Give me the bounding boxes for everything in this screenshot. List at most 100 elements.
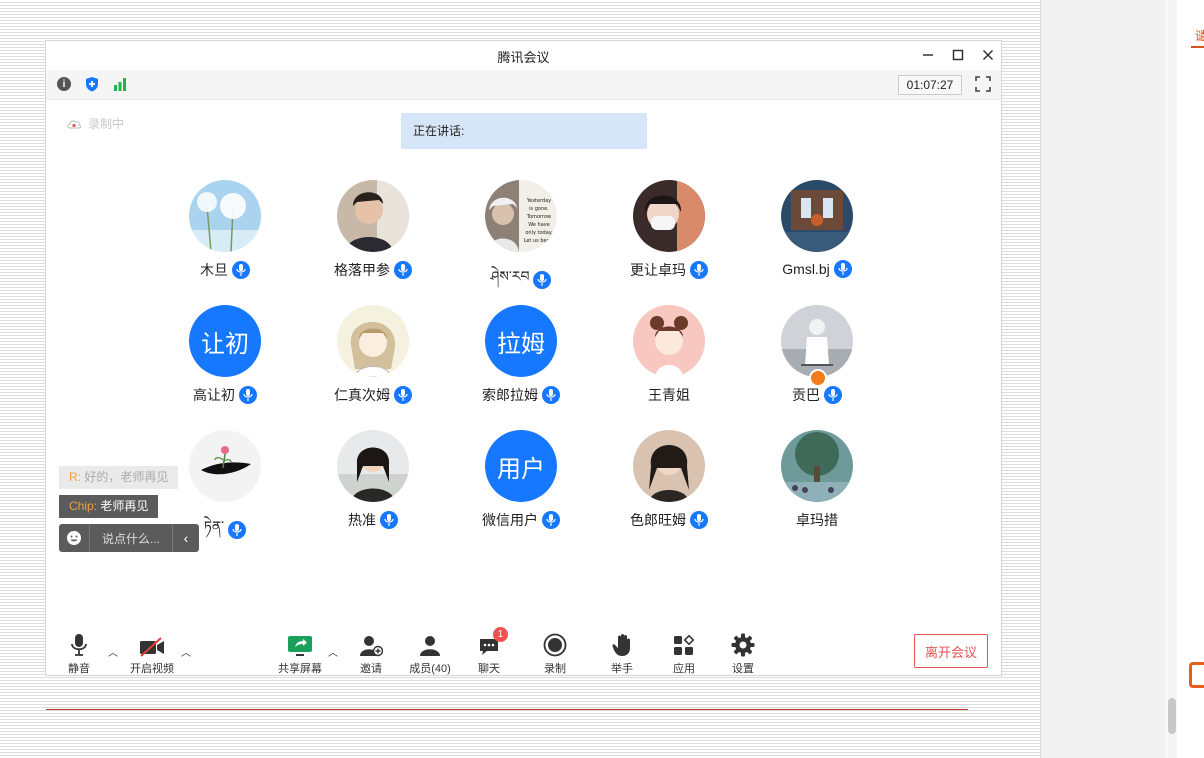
info-icon[interactable]: i (56, 76, 72, 92)
chevron-left-icon[interactable]: ‹ (172, 524, 199, 552)
participant-tile[interactable]: 王青姐 (604, 305, 734, 415)
participant-tile[interactable]: 贡巴 (752, 305, 882, 415)
participant-tile[interactable]: 卓玛措 (752, 430, 882, 540)
chat-icon: 1 (478, 627, 508, 657)
record-icon (543, 631, 567, 657)
logo-icon (1189, 662, 1204, 688)
minimize-icon (923, 54, 933, 56)
participant-tile[interactable]: 色郎旺姆 (604, 430, 734, 540)
avatar (337, 430, 409, 502)
participant-name: 格落甲参 (334, 262, 390, 278)
video-label: 开启视频 (130, 663, 174, 675)
video-off-icon (139, 631, 165, 657)
chat-message: R: 好的，老师再见 (59, 466, 179, 489)
microphone-icon (542, 511, 560, 529)
scrollbar-thumb[interactable] (1168, 698, 1176, 734)
emoji-icon[interactable] (59, 524, 90, 552)
participant-name: 微信用户 (482, 512, 538, 528)
side-tab-label[interactable]: 谴 (1195, 27, 1204, 44)
cloud-record-icon (67, 119, 82, 129)
signal-icon[interactable] (112, 76, 128, 92)
mute-button[interactable]: 静音 (44, 631, 114, 677)
participant-tile[interactable]: Yesterday is gone. Tomorrow We have only tod… (456, 180, 586, 290)
scrollbar[interactable] (1167, 0, 1177, 758)
video-button[interactable]: 开启视频 (117, 631, 187, 677)
participant-tile[interactable]: 热准 (308, 430, 438, 540)
settings-label: 设置 (732, 663, 754, 675)
participant-name: 卓玛措 (796, 512, 838, 528)
add-user-icon (359, 631, 383, 657)
svg-text:We have: We have (528, 222, 550, 228)
fullscreen-icon[interactable] (974, 75, 992, 93)
participant-name: 仁真次姆 (334, 387, 390, 403)
members-icon (419, 631, 441, 657)
participant-name: 贡巴 (792, 387, 820, 403)
record-label: 录制 (544, 663, 566, 675)
maximize-button[interactable] (948, 45, 968, 65)
close-icon (982, 49, 994, 61)
participant-tile[interactable]: 更让卓玛 (604, 180, 734, 290)
share-screen-label: 共享屏幕 (278, 663, 322, 675)
chevron-up-icon[interactable]: ︿ (180, 645, 192, 659)
meeting-window: 腾讯会议 i 01:07:27 录制中 正在讲话: 木旦 格落甲参 Yester… (45, 40, 1002, 676)
participant-tile[interactable]: 木旦 (160, 180, 290, 290)
apps-label: 应用 (673, 663, 695, 675)
microphone-icon (394, 261, 412, 279)
chat-message: Chip: 老师再见 (59, 495, 159, 518)
maximize-icon (952, 49, 964, 61)
avatar (781, 430, 853, 502)
chat-sender: Chip: (69, 499, 98, 513)
microphone-icon (833, 260, 852, 278)
chat-button[interactable]: 1 聊天 (454, 627, 524, 677)
raise-hand-button[interactable]: 举手 (587, 631, 657, 677)
divider-line (46, 709, 968, 710)
mute-label: 静音 (68, 663, 90, 675)
avatar (337, 180, 409, 252)
participant-tile[interactable]: 格落甲参 (308, 180, 438, 290)
participant-name: 王青姐 (648, 387, 690, 403)
shield-icon[interactable] (84, 76, 100, 92)
svg-text:Let us begin: Let us begin (524, 238, 555, 244)
microphone-icon (228, 521, 247, 539)
microphone-icon (232, 261, 250, 279)
participant-tile[interactable]: 拉姆 索郎拉姆 (456, 305, 586, 415)
record-button[interactable]: 录制 (520, 631, 590, 677)
leave-meeting-button[interactable]: 离开会议 (914, 634, 988, 668)
close-button[interactable] (978, 45, 998, 65)
svg-text:Yesterday: Yesterday (526, 198, 551, 204)
share-screen-button[interactable]: 共享屏幕 (265, 631, 335, 677)
apps-icon (673, 631, 695, 657)
svg-text:only today.: only today. (525, 230, 553, 236)
microphone-icon (380, 511, 398, 529)
chat-input-placeholder[interactable]: 说点什么... (90, 530, 172, 547)
participant-name: 高让初 (193, 387, 235, 403)
recording-indicator: 录制中 (66, 115, 124, 132)
participant-tile[interactable]: Gmsl.bj (752, 180, 882, 290)
invite-label: 邀请 (360, 663, 382, 675)
svg-text:Tomorrow: Tomorrow (526, 214, 551, 220)
hand-icon (612, 631, 632, 657)
avatar: 用户 (485, 430, 557, 502)
avatar (189, 180, 261, 252)
microphone-icon (70, 631, 88, 657)
avatar (781, 180, 853, 252)
microphone-icon (239, 386, 257, 404)
avatar (633, 305, 705, 377)
microphone-icon (690, 261, 708, 279)
raise-hand-label: 举手 (611, 663, 633, 675)
chat-input-bar[interactable]: 说点什么... ‹ (59, 524, 199, 552)
chat-label: 聊天 (478, 663, 500, 675)
participant-name: 色郎旺姆 (630, 512, 686, 528)
participant-tile[interactable]: 用户 微信用户 (456, 430, 586, 540)
meeting-toolbar: i 01:07:27 (46, 70, 1001, 100)
participant-tile[interactable]: 仁真次姆 (308, 305, 438, 415)
participant-name: 更让卓玛 (630, 262, 686, 278)
minimize-button[interactable] (918, 45, 938, 65)
participant-name: 木旦 (200, 262, 228, 278)
participant-tile[interactable]: 让初 高让初 (160, 305, 290, 415)
settings-button[interactable]: 设置 (708, 631, 778, 677)
avatar (189, 430, 261, 502)
chat-text: 好的，老师再见 (81, 470, 169, 484)
participant-name: Gmsl.bj (782, 261, 830, 277)
side-panel: 谴 (1040, 0, 1204, 758)
